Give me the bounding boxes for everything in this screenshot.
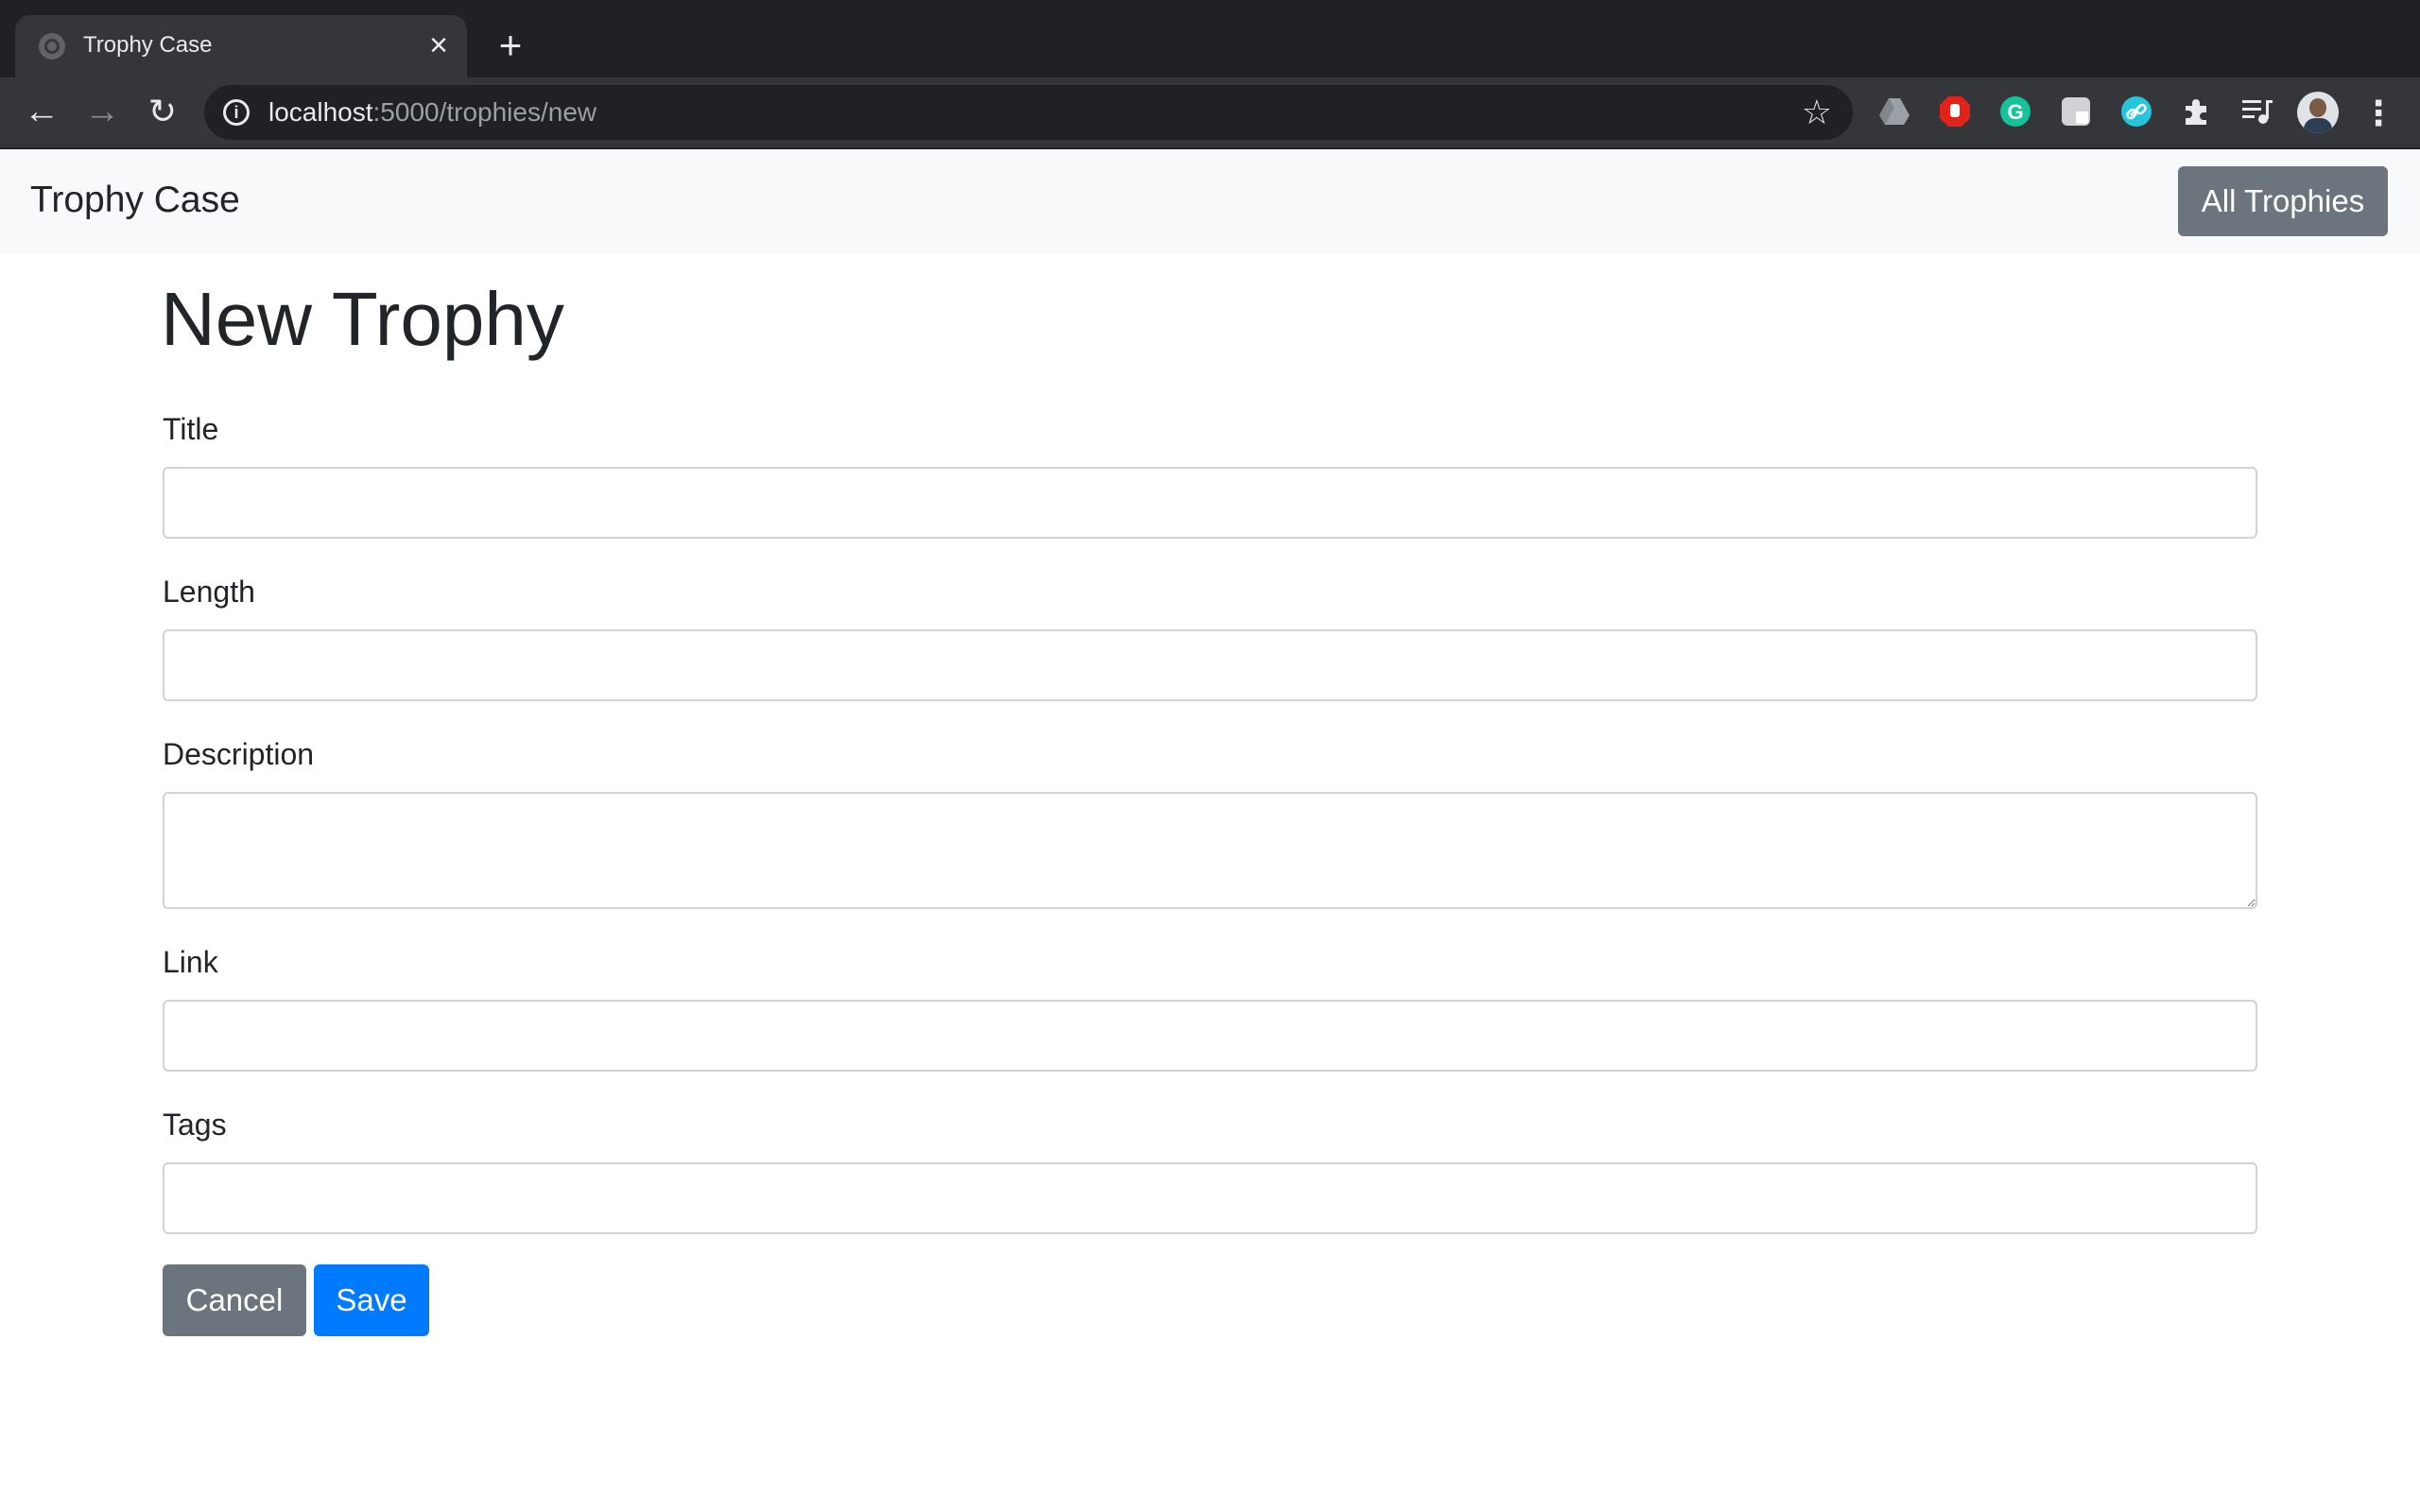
page-title: New Trophy xyxy=(161,277,564,361)
media-queue-icon[interactable] xyxy=(2240,94,2274,129)
description-label: Description xyxy=(163,737,315,771)
browser-toolbar: ← → ↻ i localhost:5000/trophies/new ☆ xyxy=(0,77,2420,149)
tags-input[interactable] xyxy=(163,1162,2257,1234)
link-icon[interactable] xyxy=(2119,94,2153,129)
close-tab-icon[interactable]: × xyxy=(422,28,456,62)
browser-tab[interactable]: Trophy Case × xyxy=(15,15,467,77)
address-bar[interactable]: i localhost:5000/trophies/new ☆ xyxy=(204,85,1853,140)
new-tab-icon[interactable]: + xyxy=(492,26,529,65)
bookmark-star-icon[interactable]: ☆ xyxy=(1802,93,1832,132)
length-label: Length xyxy=(163,575,255,609)
back-arrow-icon[interactable]: ← xyxy=(19,89,64,134)
app-navbar: Trophy Case All Trophies xyxy=(0,149,2420,253)
save-button[interactable]: Save xyxy=(314,1264,429,1336)
adblock-icon[interactable] xyxy=(1938,94,1972,129)
grammarly-icon[interactable]: G xyxy=(1998,94,2032,129)
avatar-body xyxy=(2304,118,2332,133)
browser-menu-icon[interactable]: ⋮ xyxy=(2361,93,2395,134)
title-label: Title xyxy=(163,412,219,446)
description-textarea[interactable] xyxy=(163,792,2257,909)
profile-avatar[interactable] xyxy=(2297,92,2339,133)
reload-icon[interactable]: ↻ xyxy=(140,89,185,134)
all-trophies-button[interactable]: All Trophies xyxy=(2178,166,2388,236)
forward-arrow-icon[interactable]: → xyxy=(79,89,125,134)
link-label: Link xyxy=(163,945,218,979)
navbar-brand[interactable]: Trophy Case xyxy=(30,180,240,221)
link-input[interactable] xyxy=(163,1000,2257,1072)
title-input[interactable] xyxy=(163,467,2257,539)
extensions-puzzle-icon[interactable] xyxy=(2180,94,2214,129)
url-text[interactable]: localhost:5000/trophies/new xyxy=(268,97,596,128)
google-drive-icon[interactable] xyxy=(1877,94,1911,129)
tab-title: Trophy Case xyxy=(83,32,213,58)
site-info-icon[interactable]: i xyxy=(223,99,250,126)
tags-label: Tags xyxy=(163,1108,227,1142)
length-input[interactable] xyxy=(163,629,2257,701)
url-path: :5000/trophies/new xyxy=(372,97,597,127)
avatar-head xyxy=(2309,98,2326,117)
globe-icon xyxy=(39,33,65,60)
cancel-button[interactable]: Cancel xyxy=(163,1264,306,1336)
notion-icon[interactable] xyxy=(2059,94,2093,129)
svg-text:G: G xyxy=(2007,100,2023,124)
browser-tab-strip: Trophy Case × + xyxy=(0,0,2420,77)
url-host: localhost xyxy=(268,97,373,127)
